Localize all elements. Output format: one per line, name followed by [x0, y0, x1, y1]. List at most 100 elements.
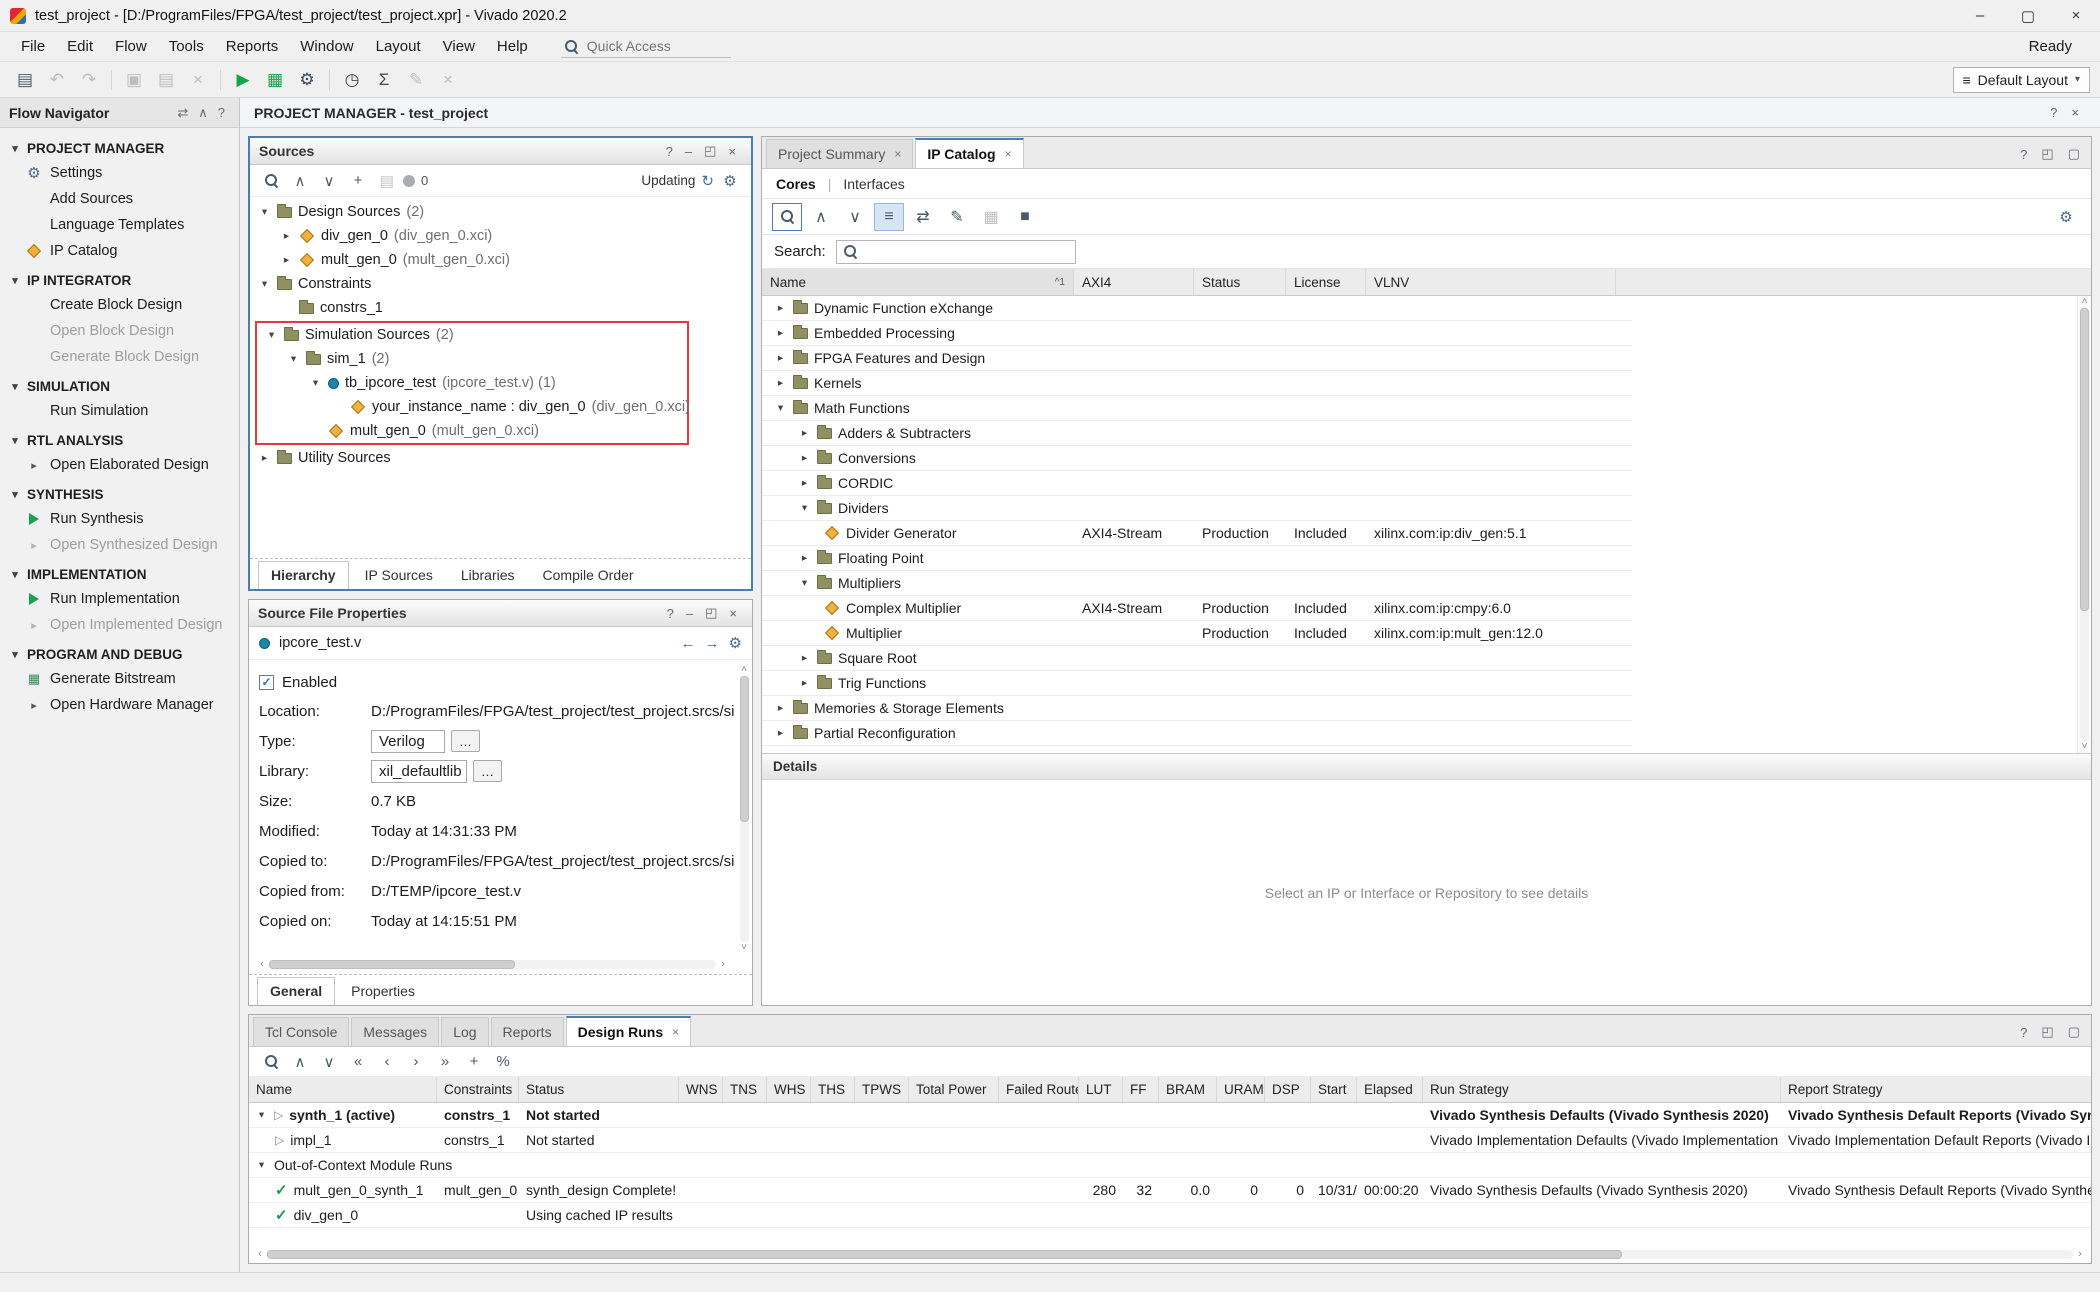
search-icon[interactable]	[258, 1050, 284, 1074]
type-browse-button[interactable]: …	[451, 730, 480, 752]
maximize-icon[interactable]: ▢	[2061, 1024, 2087, 1040]
flow-nav-item-run-simulation[interactable]: Run Simulation	[0, 398, 239, 424]
add-sources-icon[interactable]: +	[345, 169, 371, 193]
tree-row-utility-sources[interactable]: ▸ Utility Sources	[250, 446, 751, 470]
ip-row-multipliers[interactable]: ▾Multipliers	[762, 571, 1632, 596]
menu-edit[interactable]: Edit	[56, 34, 104, 59]
ip-row-memories-storage[interactable]: ▸Memories & Storage Elements	[762, 696, 1632, 721]
ip-row-floating-point[interactable]: ▸Floating Point	[762, 546, 1632, 571]
close-button[interactable]: ×	[2052, 0, 2100, 31]
flow-nav-item-run-synthesis[interactable]: Run Synthesis	[0, 506, 239, 532]
scroll-down-icon[interactable]: ˅	[741, 942, 747, 954]
close-tab-icon[interactable]: ×	[1005, 147, 1012, 161]
refresh-icon[interactable]: ↻	[701, 172, 714, 190]
scrollbar-track[interactable]	[740, 676, 749, 942]
scrollbar-track[interactable]	[269, 960, 716, 969]
column-header-axi4[interactable]: AXI4	[1074, 269, 1194, 295]
collapse-all-icon[interactable]: ∧	[287, 1050, 313, 1074]
tab-libraries[interactable]: Libraries	[449, 562, 527, 589]
tab-properties[interactable]: Properties	[339, 978, 427, 1005]
chevron-down-icon[interactable]: ▾	[258, 206, 271, 218]
section-header-project-manager[interactable]: ▾ PROJECT MANAGER	[0, 132, 239, 160]
close-icon[interactable]: ×	[2064, 105, 2086, 120]
float-icon[interactable]: ◰	[2034, 1024, 2060, 1040]
tree-row-div-gen-0[interactable]: ▸ div_gen_0 (div_gen_0.xci)	[250, 224, 751, 248]
tab-log[interactable]: Log	[441, 1017, 488, 1046]
scrollbar-thumb[interactable]	[267, 1250, 1622, 1259]
tab-hierarchy[interactable]: Hierarchy	[258, 561, 349, 589]
scroll-right-icon[interactable]: ›	[2073, 1248, 2087, 1260]
column-header-ths[interactable]: THS	[811, 1077, 855, 1102]
ip-row-trig-functions[interactable]: ▸Trig Functions	[762, 671, 1632, 696]
flow-nav-item-open-implemented-design[interactable]: ▸ Open Implemented Design	[0, 612, 239, 638]
column-header-dsp[interactable]: DSP	[1265, 1077, 1311, 1102]
close-tab-icon[interactable]: ×	[672, 1025, 679, 1039]
sources-panel-header[interactable]: Sources ? – ◰ ×	[250, 138, 751, 165]
ip-row-embedded-processing[interactable]: ▸Embedded Processing	[762, 321, 1632, 346]
undo-button[interactable]: ↶	[42, 66, 72, 94]
minimize-button[interactable]: –	[1956, 0, 2004, 31]
flow-nav-item-open-elaborated-design[interactable]: ▸ Open Elaborated Design	[0, 452, 239, 478]
menu-layout[interactable]: Layout	[365, 34, 432, 59]
chevron-down-icon[interactable]: ▾	[309, 377, 322, 389]
flow-nav-item-ip-catalog[interactable]: IP Catalog	[0, 238, 239, 264]
column-header-ff[interactable]: FF	[1123, 1077, 1159, 1102]
chevron-right-icon[interactable]: ▸	[774, 727, 787, 739]
help-icon[interactable]: ?	[213, 105, 230, 120]
cancel-button[interactable]: ×	[433, 66, 463, 94]
chevron-down-icon[interactable]: ▾	[258, 278, 271, 290]
scrollbar-track[interactable]	[267, 1250, 2073, 1259]
column-header-status[interactable]: Status	[1194, 269, 1286, 295]
percent-icon[interactable]: %	[490, 1050, 516, 1074]
chevron-right-icon[interactable]: ▸	[798, 477, 811, 489]
flow-nav-item-language-templates[interactable]: Language Templates	[0, 212, 239, 238]
scrollbar-thumb[interactable]	[2080, 308, 2089, 611]
section-header-program-and-debug[interactable]: ▾ PROGRAM AND DEBUG	[0, 638, 239, 666]
column-header-constraints[interactable]: Constraints	[437, 1077, 519, 1102]
expand-all-icon[interactable]: ∨	[316, 1050, 342, 1074]
tab-design-runs[interactable]: Design Runs ×	[566, 1016, 692, 1046]
tree-row-simulation-sources[interactable]: ▾ Simulation Sources (2)	[257, 323, 687, 347]
tree-row-mult-gen-0[interactable]: ▸ mult_gen_0 (mult_gen_0.xci)	[250, 248, 751, 272]
tab-general[interactable]: General	[257, 977, 335, 1005]
tree-row-design-sources[interactable]: ▾ Design Sources (2)	[250, 200, 751, 224]
tree-row-sim-mult-gen-0[interactable]: mult_gen_0 (mult_gen_0.xci)	[257, 419, 687, 443]
tab-reports[interactable]: Reports	[491, 1017, 564, 1046]
chevron-right-icon[interactable]: ▸	[798, 452, 811, 464]
ip-row-fpga-features[interactable]: ▸FPGA Features and Design	[762, 346, 1632, 371]
quick-access-search[interactable]	[561, 35, 731, 58]
column-header-bram[interactable]: BRAM	[1159, 1077, 1217, 1102]
column-header-run-strategy[interactable]: Run Strategy	[1423, 1077, 1781, 1102]
chevron-right-icon[interactable]: ▸	[798, 552, 811, 564]
column-header-name[interactable]: Name	[249, 1077, 437, 1102]
vertical-scrollbar[interactable]: ˄ ˅	[737, 664, 751, 954]
section-header-implementation[interactable]: ▾ IMPLEMENTATION	[0, 558, 239, 586]
collapse-all-icon[interactable]: ∧	[287, 169, 313, 193]
ip-row-dividers[interactable]: ▾Dividers	[762, 496, 1632, 521]
ip-search-box[interactable]	[836, 240, 1076, 264]
expand-all-icon[interactable]: ∨	[840, 203, 870, 231]
column-header-failed-routes[interactable]: Failed Routes	[999, 1077, 1079, 1102]
settings-button[interactable]: ⚙	[292, 66, 322, 94]
search-icon[interactable]	[772, 203, 802, 231]
chevron-right-icon[interactable]: ▸	[774, 327, 787, 339]
help-icon[interactable]: ?	[2043, 105, 2064, 120]
scroll-left-icon[interactable]: ‹	[253, 1248, 267, 1260]
column-header-elapsed[interactable]: Elapsed	[1357, 1077, 1423, 1102]
flow-nav-item-settings[interactable]: ⚙ Settings	[0, 160, 239, 186]
maximize-icon[interactable]: ▢	[2061, 146, 2087, 162]
float-icon[interactable]: ◰	[699, 605, 723, 621]
edit-button[interactable]: ✎	[401, 66, 431, 94]
program-device-button[interactable]: ▦	[260, 66, 290, 94]
ip-row-complex-multiplier[interactable]: Complex Multiplier AXI4-Stream Productio…	[762, 596, 1632, 621]
ip-row-adders-subtracters[interactable]: ▸Adders & Subtracters	[762, 421, 1632, 446]
chevron-down-icon[interactable]: ▾	[255, 1109, 268, 1121]
help-icon[interactable]: ?	[2013, 1025, 2034, 1040]
quick-access-input[interactable]	[585, 37, 705, 55]
scroll-down-icon[interactable]: ˅	[2082, 741, 2088, 753]
flow-nav-item-generate-block-design[interactable]: Generate Block Design	[0, 344, 239, 370]
tree-row-constraints[interactable]: ▾ Constraints	[250, 272, 751, 296]
menu-reports[interactable]: Reports	[215, 34, 290, 59]
ip-row-partial-reconfiguration[interactable]: ▸Partial Reconfiguration	[762, 721, 1632, 746]
maximize-button[interactable]: ▢	[2004, 0, 2052, 31]
